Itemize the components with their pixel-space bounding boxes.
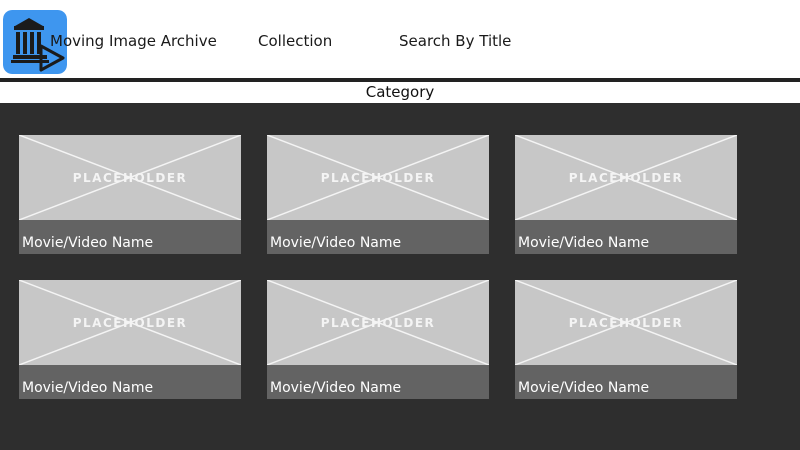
video-thumbnail-placeholder: PLACEHOLDER: [515, 280, 737, 365]
placeholder-x-icon: PLACEHOLDER: [267, 280, 489, 365]
video-thumbnail-placeholder: PLACEHOLDER: [19, 135, 241, 220]
video-title[interactable]: Movie/Video Name: [515, 220, 737, 254]
video-thumbnail-placeholder: PLACEHOLDER: [267, 280, 489, 365]
page: Moving Image Archive Collection Search B…: [0, 0, 800, 450]
video-title[interactable]: Movie/Video Name: [515, 365, 737, 399]
placeholder-x-icon: PLACEHOLDER: [515, 135, 737, 220]
placeholder-x-icon: PLACEHOLDER: [267, 135, 489, 220]
placeholder-label: PLACEHOLDER: [321, 171, 436, 185]
video-card[interactable]: PLACEHOLDER Movie/Video Name: [515, 280, 737, 399]
video-title[interactable]: Movie/Video Name: [19, 365, 241, 399]
video-card[interactable]: PLACEHOLDER Movie/Video Name: [267, 135, 489, 254]
video-thumbnail-placeholder: PLACEHOLDER: [267, 135, 489, 220]
header: Moving Image Archive Collection Search B…: [0, 0, 800, 78]
video-card[interactable]: PLACEHOLDER Movie/Video Name: [19, 280, 241, 399]
nav-collection[interactable]: Collection: [258, 31, 332, 51]
video-title[interactable]: Movie/Video Name: [19, 220, 241, 254]
placeholder-label: PLACEHOLDER: [73, 171, 188, 185]
placeholder-label: PLACEHOLDER: [73, 316, 188, 330]
video-thumbnail-placeholder: PLACEHOLDER: [515, 135, 737, 220]
placeholder-x-icon: PLACEHOLDER: [19, 135, 241, 220]
nav-moving-image-archive[interactable]: Moving Image Archive: [50, 31, 217, 51]
video-grid: PLACEHOLDER Movie/Video Name PLACEHOLDER…: [0, 103, 800, 450]
video-card[interactable]: PLACEHOLDER Movie/Video Name: [267, 280, 489, 399]
placeholder-label: PLACEHOLDER: [569, 171, 684, 185]
placeholder-label: PLACEHOLDER: [321, 316, 436, 330]
category-heading[interactable]: Category: [0, 82, 800, 103]
video-title[interactable]: Movie/Video Name: [267, 220, 489, 254]
video-title[interactable]: Movie/Video Name: [267, 365, 489, 399]
placeholder-label: PLACEHOLDER: [569, 316, 684, 330]
video-card[interactable]: PLACEHOLDER Movie/Video Name: [19, 135, 241, 254]
nav-search-by-title[interactable]: Search By Title: [399, 31, 511, 51]
placeholder-x-icon: PLACEHOLDER: [19, 280, 241, 365]
video-thumbnail-placeholder: PLACEHOLDER: [19, 280, 241, 365]
placeholder-x-icon: PLACEHOLDER: [515, 280, 737, 365]
video-card[interactable]: PLACEHOLDER Movie/Video Name: [515, 135, 737, 254]
